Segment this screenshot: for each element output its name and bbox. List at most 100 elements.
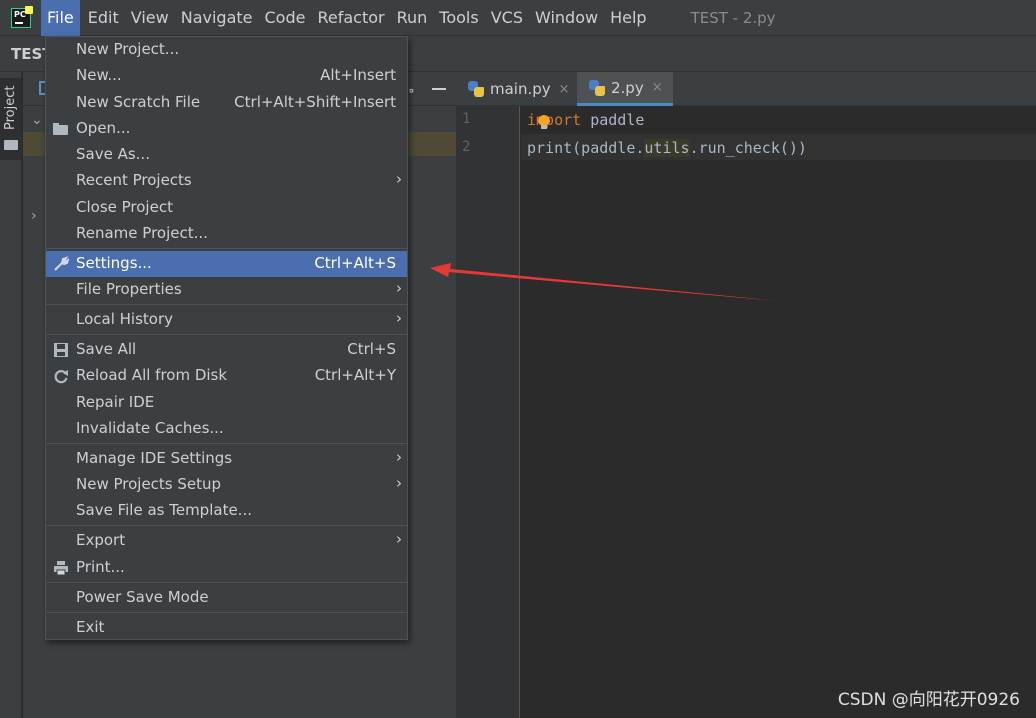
menu-item-rename-project[interactable]: Rename Project... [46, 221, 407, 247]
menu-item-save-as[interactable]: Save As... [46, 142, 407, 168]
menu-window[interactable]: Window [531, 0, 602, 36]
menu-item-open[interactable]: Open... [46, 116, 407, 142]
menu-item-label: Manage IDE Settings [76, 449, 233, 467]
menu-bar: PC File Edit View Navigate Code Refactor… [0, 0, 1036, 36]
menu-item-label: Repair IDE [76, 393, 155, 411]
menu-item-reload-all[interactable]: Reload All from Disk Ctrl+Alt+Y [46, 363, 407, 389]
menu-item-label: Power Save Mode [76, 588, 209, 606]
menu-separator [46, 612, 407, 613]
file-menu-dropdown: New Project... New... Alt+Insert New Scr… [45, 36, 408, 640]
annotation-arrow-shape [430, 263, 778, 301]
code-line-2[interactable]: print(paddle.utils.run_check()) [527, 139, 807, 157]
menu-item-save-file-as-template[interactable]: Save File as Template... [46, 498, 407, 524]
line-number: 2 [462, 139, 471, 155]
folder-open-icon [53, 121, 69, 137]
reload-icon [53, 368, 69, 384]
menu-tools[interactable]: Tools [435, 0, 482, 36]
chevron-right-icon[interactable]: › [31, 208, 37, 224]
options-icon[interactable]: ⬞ [409, 80, 414, 101]
menu-code[interactable]: Code [261, 0, 310, 36]
menu-item-label: New Projects Setup [76, 475, 222, 493]
menu-item-label: Save As... [76, 145, 150, 163]
menu-item-invalidate-caches[interactable]: Invalidate Caches... [46, 416, 407, 442]
menu-item-close-project[interactable]: Close Project [46, 195, 407, 221]
close-icon[interactable]: × [559, 82, 570, 97]
menu-help[interactable]: Help [606, 0, 650, 36]
menu-item-label: Export [76, 531, 126, 549]
menu-item-repair-ide[interactable]: Repair IDE [46, 390, 407, 416]
menu-refactor[interactable]: Refactor [313, 0, 388, 36]
menu-separator [46, 525, 407, 526]
menu-item-new-projects-setup[interactable]: New Projects Setup › [46, 472, 407, 498]
save-icon [53, 342, 69, 358]
submenu-arrow-icon: › [396, 448, 402, 466]
menu-item-shortcut: Ctrl+Alt+Shift+Insert [234, 93, 396, 111]
menu-item-power-save-mode[interactable]: Power Save Mode [46, 585, 407, 611]
menu-navigate[interactable]: Navigate [177, 0, 257, 36]
highlighted-identifier: utils [644, 139, 690, 157]
menu-view[interactable]: View [127, 0, 173, 36]
menu-item-new-project[interactable]: New Project... [46, 37, 407, 63]
menu-item-label: Invalidate Caches... [76, 419, 224, 437]
printer-icon [53, 560, 69, 576]
watermark: CSDN @向阳花开0926 [837, 690, 1020, 710]
project-tool-tab[interactable]: Project [0, 78, 22, 160]
lightbulb-icon[interactable] [538, 115, 550, 129]
menu-edit[interactable]: Edit [84, 0, 123, 36]
menu-item-local-history[interactable]: Local History › [46, 307, 407, 333]
menu-item-label: Recent Projects [76, 171, 192, 189]
menu-item-export[interactable]: Export › [46, 528, 407, 554]
menu-item-exit[interactable]: Exit [46, 615, 407, 641]
project-tab-label: Project [3, 85, 18, 130]
editor-tab-bar: main.py × 2.py × [456, 72, 1036, 106]
menu-run[interactable]: Run [393, 0, 432, 36]
submenu-arrow-icon: › [396, 309, 402, 327]
menu-item-label: Save File as Template... [76, 501, 252, 519]
menu-separator [46, 248, 407, 249]
menu-vcs[interactable]: VCS [487, 0, 527, 36]
menu-item-save-all[interactable]: Save All Ctrl+S [46, 337, 407, 363]
menu-item-shortcut: Ctrl+Alt+S [314, 254, 396, 272]
submenu-arrow-icon: › [396, 474, 402, 492]
wrench-icon [53, 256, 69, 272]
menu-item-recent-projects[interactable]: Recent Projects › [46, 168, 407, 194]
tab-main-py[interactable]: main.py × [456, 72, 580, 106]
menu-item-label: Open... [76, 119, 131, 137]
close-icon[interactable]: × [652, 80, 663, 95]
menu-item-label: Print... [76, 558, 125, 576]
pycharm-logo-icon: PC [11, 5, 33, 28]
menu-item-label: Close Project [76, 198, 173, 216]
hide-panel-icon[interactable] [432, 88, 446, 90]
menu-item-label: New Scratch File [76, 93, 201, 111]
window-title: TEST - 2.py [690, 8, 776, 27]
code-text: paddle [581, 111, 645, 129]
menu-item-settings[interactable]: Settings... Ctrl+Alt+S [46, 251, 407, 277]
menu-item-label: Settings... [76, 254, 152, 272]
submenu-arrow-icon: › [396, 530, 402, 548]
line-number: 1 [462, 111, 471, 127]
menu-separator [46, 304, 407, 305]
menu-item-manage-ide-settings[interactable]: Manage IDE Settings › [46, 446, 407, 472]
menu-separator [46, 582, 407, 583]
menu-item-file-properties[interactable]: File Properties › [46, 277, 407, 303]
python-file-icon [589, 79, 605, 96]
menu-file[interactable]: File [41, 0, 80, 36]
keyword-import: import [527, 111, 582, 129]
menu-separator [46, 443, 407, 444]
tab-2-py[interactable]: 2.py × [577, 72, 673, 106]
tab-label: 2.py [611, 78, 644, 97]
annotation-arrow [430, 263, 778, 301]
chevron-down-icon[interactable]: ⌄ [31, 112, 43, 128]
python-file-icon [468, 81, 484, 97]
submenu-arrow-icon: › [396, 170, 402, 188]
tab-label: main.py [490, 80, 551, 98]
submenu-arrow-icon: › [396, 279, 402, 297]
menu-item-label: Save All [76, 340, 137, 358]
menu-item-print[interactable]: Print... [46, 555, 407, 581]
menu-item-label: New Project... [76, 40, 180, 58]
menu-item-shortcut: Ctrl+S [347, 340, 396, 358]
code-editor[interactable]: import paddle print(paddle.utils.run_che… [521, 106, 1036, 718]
menu-item-new[interactable]: New... Alt+Insert [46, 63, 407, 89]
menu-item-new-scratch-file[interactable]: New Scratch File Ctrl+Alt+Shift+Insert [46, 90, 407, 116]
left-tool-stripe: Project [0, 72, 22, 718]
